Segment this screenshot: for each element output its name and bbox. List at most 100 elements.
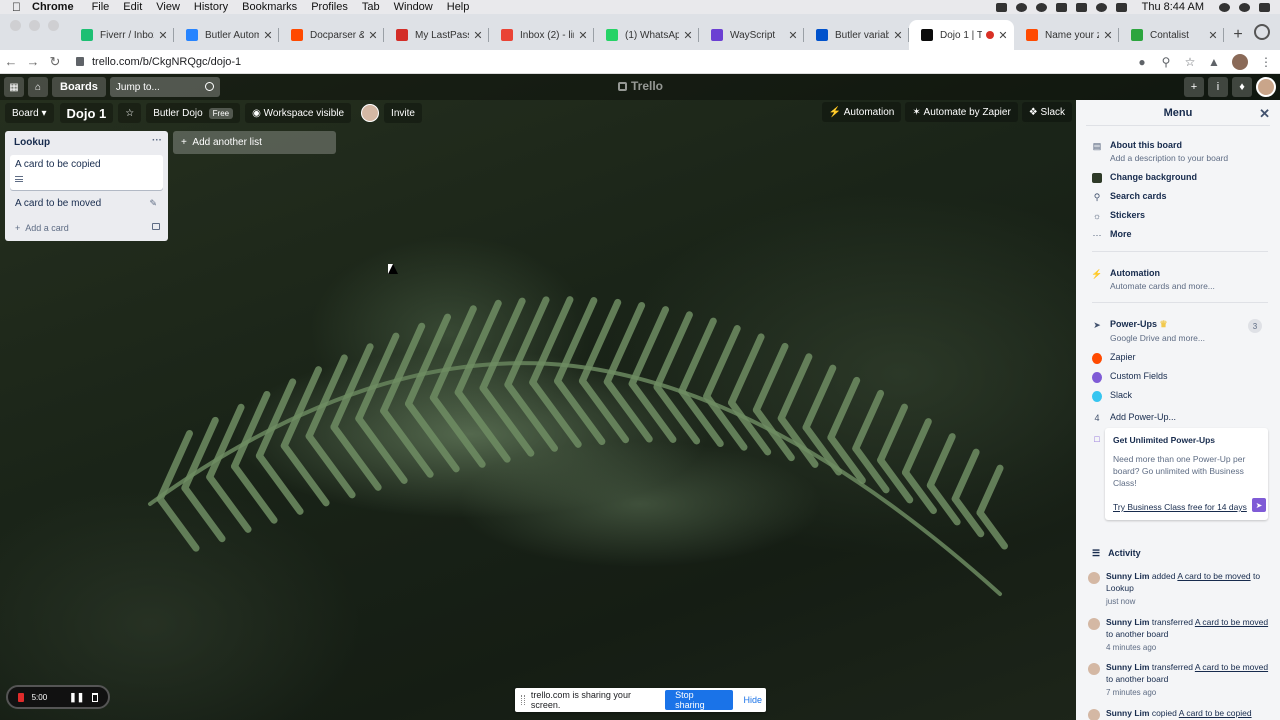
brightness-icon[interactable] bbox=[1015, 2, 1027, 12]
menu-more[interactable]: ··· More bbox=[1092, 229, 1270, 240]
notification-bell-icon[interactable]: ♦ bbox=[1232, 77, 1252, 97]
edit-pencil-icon[interactable]: ✎ bbox=[149, 198, 157, 209]
menu-view[interactable]: View bbox=[156, 1, 180, 13]
list-menu-icon[interactable]: ··· bbox=[152, 135, 162, 146]
chrome-menu-icon[interactable]: ⋮ bbox=[1260, 56, 1272, 68]
member-avatar[interactable] bbox=[1256, 77, 1276, 97]
zapier-button[interactable]: ✶ Automate by Zapier bbox=[905, 102, 1018, 122]
powerup-custom-fields[interactable]: Custom Fields bbox=[1092, 371, 1270, 383]
minimize-window-button[interactable] bbox=[29, 19, 40, 31]
activity-user[interactable]: Sunny Lim bbox=[1106, 617, 1149, 627]
tab-close-icon[interactable]: ✕ bbox=[788, 29, 798, 42]
stop-recording-icon[interactable] bbox=[18, 692, 24, 702]
avatar[interactable] bbox=[1088, 572, 1100, 584]
template-icon[interactable] bbox=[152, 223, 160, 230]
app-name[interactable]: Chrome bbox=[32, 1, 74, 13]
bluetooth-icon[interactable] bbox=[1055, 2, 1067, 12]
activity-card-link[interactable]: A card to be moved bbox=[1177, 571, 1250, 581]
stop-sharing-button[interactable]: Stop sharing bbox=[665, 690, 734, 710]
home-icon[interactable]: ⌂ bbox=[28, 77, 48, 97]
menu-powerups[interactable]: ➤ Power-Ups ♛ Google Drive and more... 3 bbox=[1092, 319, 1270, 343]
tab-close-icon[interactable]: ✕ bbox=[368, 29, 378, 42]
browser-tab[interactable]: Butler variables ✕ bbox=[804, 20, 909, 50]
zoom-window-button[interactable] bbox=[48, 19, 59, 31]
menu-automation[interactable]: ⚡ Automation Automate cards and more... bbox=[1091, 268, 1270, 291]
reload-icon[interactable]: ↻ bbox=[44, 54, 66, 70]
automation-button[interactable]: ⚡ Automation bbox=[821, 102, 902, 122]
hide-button[interactable]: Hide bbox=[739, 695, 766, 705]
tab-close-icon[interactable]: ✕ bbox=[158, 29, 168, 42]
trash-icon[interactable] bbox=[92, 692, 98, 702]
apps-grid-icon[interactable]: ▦ bbox=[4, 77, 24, 97]
browser-tab[interactable]: Inbox (2) - limh ✕ bbox=[489, 20, 594, 50]
add-powerup-button[interactable]: 4 Add Power-Up... bbox=[1092, 412, 1270, 423]
menu-stickers[interactable]: ☼ Stickers bbox=[1092, 210, 1270, 221]
omnibox[interactable]: trello.com/b/CkgNRQgc/dojo-1 bbox=[76, 52, 241, 72]
list-header[interactable]: Lookup ··· bbox=[5, 131, 168, 153]
browser-tab[interactable]: My LastPass Va ✕ bbox=[384, 20, 489, 50]
trello-logo[interactable]: Trello bbox=[618, 79, 663, 93]
browser-tab[interactable]: Butler Automati ✕ bbox=[174, 20, 279, 50]
boards-button[interactable]: Boards bbox=[52, 77, 106, 97]
extensions-icon[interactable]: ▲ bbox=[1208, 56, 1220, 68]
activity-time[interactable]: 4 minutes ago bbox=[1106, 642, 1270, 654]
back-arrow-icon[interactable]: ← bbox=[0, 54, 22, 69]
tab-close-icon[interactable]: ✕ bbox=[473, 29, 483, 42]
zoom-icon[interactable]: ⚲ bbox=[1160, 56, 1172, 68]
tab-close-icon[interactable]: ✕ bbox=[263, 29, 273, 42]
pause-icon[interactable]: ❚❚ bbox=[69, 692, 84, 703]
workspace-button[interactable]: Butler Dojo Free bbox=[146, 103, 241, 123]
close-icon[interactable]: ✕ bbox=[1259, 106, 1270, 122]
board-member-avatar[interactable] bbox=[361, 104, 380, 122]
spotlight-icon[interactable] bbox=[1219, 2, 1230, 12]
menu-change-background[interactable]: Change background bbox=[1092, 172, 1270, 183]
activity-user[interactable]: Sunny Lim bbox=[1106, 571, 1149, 581]
activity-user[interactable]: Sunny Lim bbox=[1106, 662, 1149, 672]
add-list-button[interactable]: + Add another list bbox=[173, 131, 336, 154]
avatar[interactable] bbox=[1088, 663, 1100, 675]
tab-search-icon[interactable] bbox=[1254, 24, 1270, 40]
profile-avatar[interactable] bbox=[1232, 54, 1248, 70]
forward-arrow-icon[interactable]: → bbox=[22, 54, 44, 69]
tab-close-icon[interactable]: ✕ bbox=[893, 29, 903, 42]
menu-file[interactable]: File bbox=[92, 1, 110, 13]
mic-icon[interactable]: ● bbox=[1136, 56, 1148, 68]
powerup-zapier[interactable]: Zapier bbox=[1092, 352, 1270, 364]
board-title[interactable]: Dojo 1 bbox=[59, 103, 114, 123]
activity-card-link[interactable]: A card to be moved bbox=[1195, 617, 1268, 627]
browser-tab[interactable]: Contalist ✕ bbox=[1119, 20, 1224, 50]
menu-history[interactable]: History bbox=[194, 1, 228, 13]
activity-time[interactable]: 7 minutes ago bbox=[1106, 687, 1270, 699]
info-icon[interactable]: i bbox=[1208, 77, 1228, 97]
invite-button[interactable]: Invite bbox=[384, 103, 422, 123]
slack-button[interactable]: ❖ Slack bbox=[1021, 102, 1072, 122]
menu-edit[interactable]: Edit bbox=[123, 1, 142, 13]
browser-tab[interactable]: Docparser & Tre ✕ bbox=[279, 20, 384, 50]
menu-window[interactable]: Window bbox=[394, 1, 433, 13]
tab-close-icon[interactable]: ✕ bbox=[578, 29, 588, 42]
clock[interactable]: Thu 8:44 AM bbox=[1142, 1, 1204, 13]
board-view-switcher[interactable]: Board ▾ bbox=[5, 103, 54, 123]
star-icon[interactable]: ☆ bbox=[118, 103, 142, 123]
lock-icon[interactable] bbox=[76, 57, 84, 66]
apple-icon[interactable]:  bbox=[12, 1, 24, 13]
tab-close-icon[interactable]: ✕ bbox=[998, 29, 1008, 42]
avatar[interactable] bbox=[1088, 618, 1100, 630]
upsell-link[interactable]: Try Business Class free for 14 days bbox=[1113, 502, 1247, 512]
url-text[interactable]: trello.com/b/CkgNRQgc/dojo-1 bbox=[92, 56, 241, 68]
browser-tab[interactable]: (1) WhatsApp ✕ bbox=[594, 20, 699, 50]
menu-bookmarks[interactable]: Bookmarks bbox=[242, 1, 297, 13]
menu-tab[interactable]: Tab bbox=[362, 1, 380, 13]
browser-tab[interactable]: Name your zap ✕ bbox=[1014, 20, 1119, 50]
card-moved[interactable]: A card to be moved ✎ bbox=[10, 194, 163, 215]
browser-tab[interactable]: Fiverr / Inbox ✕ bbox=[69, 20, 174, 50]
add-card-button[interactable]: + Add a card bbox=[11, 219, 164, 237]
tab-close-icon[interactable]: ✕ bbox=[1103, 29, 1113, 42]
send-icon[interactable]: ➤ bbox=[1252, 498, 1266, 512]
browser-tab[interactable]: Dojo 1 | Trel ✕ bbox=[909, 20, 1014, 50]
bookmark-star-icon[interactable]: ☆ bbox=[1184, 56, 1196, 68]
wifi-icon[interactable] bbox=[1095, 2, 1107, 12]
powerup-slack[interactable]: Slack bbox=[1092, 390, 1270, 402]
card-copied[interactable]: A card to be copied bbox=[10, 155, 163, 190]
close-window-button[interactable] bbox=[10, 19, 21, 31]
